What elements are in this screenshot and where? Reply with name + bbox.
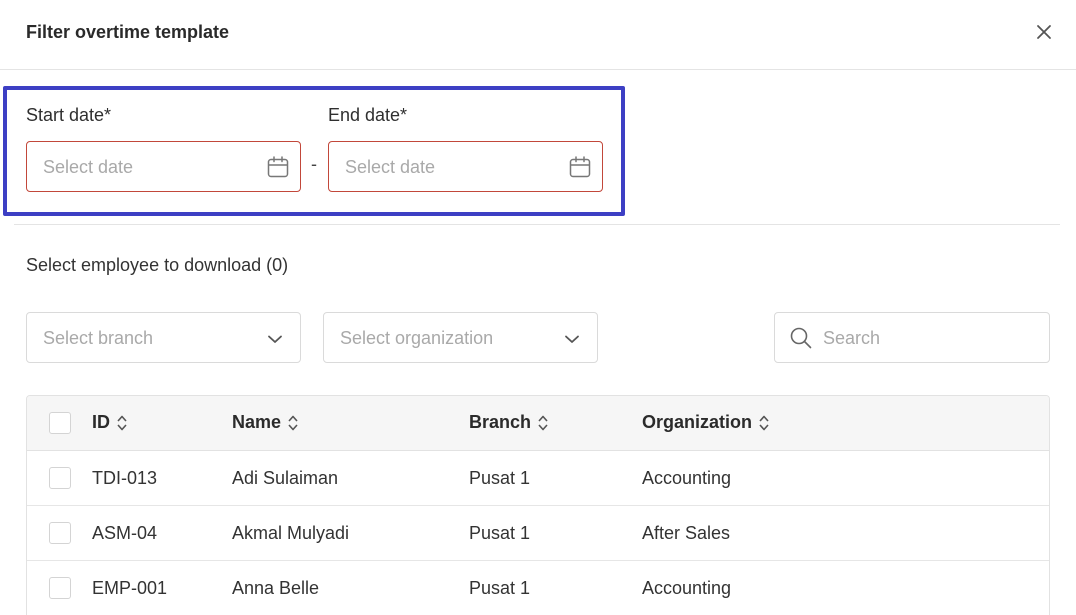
branch-select-placeholder: Select branch <box>43 328 154 348</box>
start-date-label: Start date* <box>26 105 112 125</box>
row-checkbox[interactable] <box>49 522 71 544</box>
cell-id: TDI-013 <box>92 468 158 488</box>
cell-id: ASM-04 <box>92 523 158 543</box>
chevron-down-icon <box>563 330 581 348</box>
end-date-picker[interactable]: Select date <box>328 141 603 192</box>
column-header-label: Branch <box>469 412 532 432</box>
cell-branch: Pusat 1 <box>469 523 531 543</box>
table-row[interactable]: ASM-04 Akmal Mulyadi Pusat 1 After Sales <box>27 506 1049 561</box>
table-row[interactable]: TDI-013 Adi Sulaiman Pusat 1 Accounting <box>27 451 1049 506</box>
column-header-organization[interactable]: Organization <box>642 412 770 433</box>
cell-id: EMP-001 <box>92 578 168 598</box>
start-date-placeholder: Select date <box>43 157 134 177</box>
table-header: ID Name Branch Organization <box>27 396 1049 451</box>
date-range-separator: - <box>311 154 317 174</box>
row-checkbox[interactable] <box>49 467 71 489</box>
cell-organization: Accounting <box>642 468 732 488</box>
section-divider <box>14 224 1060 225</box>
column-header-label: Organization <box>642 412 753 432</box>
column-header-name[interactable]: Name <box>232 412 299 433</box>
end-date-placeholder: Select date <box>345 157 436 177</box>
start-date-picker[interactable]: Select date <box>26 141 301 192</box>
select-all-checkbox[interactable] <box>49 412 71 434</box>
branch-select[interactable]: Select branch <box>26 312 301 363</box>
cell-name: Akmal Mulyadi <box>232 523 350 543</box>
cell-organization: After Sales <box>642 523 731 543</box>
sort-icon[interactable] <box>758 414 770 432</box>
calendar-icon[interactable] <box>568 155 592 179</box>
column-header-branch[interactable]: Branch <box>469 412 549 433</box>
dialog-header: Filter overtime template <box>0 0 1076 70</box>
employee-section-label: Select employee to download (0) <box>26 255 289 275</box>
cell-name: Anna Belle <box>232 578 320 598</box>
column-header-label: ID <box>92 412 110 432</box>
dialog-title: Filter overtime template <box>26 22 230 42</box>
end-date-label: End date* <box>328 105 408 125</box>
sort-icon[interactable] <box>537 414 549 432</box>
calendar-icon[interactable] <box>266 155 290 179</box>
close-icon[interactable] <box>1032 20 1056 44</box>
column-header-id[interactable]: ID <box>92 412 128 433</box>
cell-organization: Accounting <box>642 578 732 598</box>
row-checkbox[interactable] <box>49 577 71 599</box>
employee-table: ID Name Branch Organization TDI-013 Adi … <box>26 395 1050 615</box>
organization-select[interactable]: Select organization <box>323 312 598 363</box>
sort-icon[interactable] <box>287 414 299 432</box>
organization-select-placeholder: Select organization <box>340 328 494 348</box>
cell-branch: Pusat 1 <box>469 578 531 598</box>
search-input[interactable] <box>823 323 1033 353</box>
cell-name: Adi Sulaiman <box>232 468 339 488</box>
table-row[interactable]: EMP-001 Anna Belle Pusat 1 Accounting <box>27 561 1049 615</box>
column-header-label: Name <box>232 412 282 432</box>
search-box[interactable] <box>774 312 1050 363</box>
sort-icon[interactable] <box>116 414 128 432</box>
cell-branch: Pusat 1 <box>469 468 531 488</box>
chevron-down-icon <box>266 330 284 348</box>
search-icon <box>789 326 813 350</box>
